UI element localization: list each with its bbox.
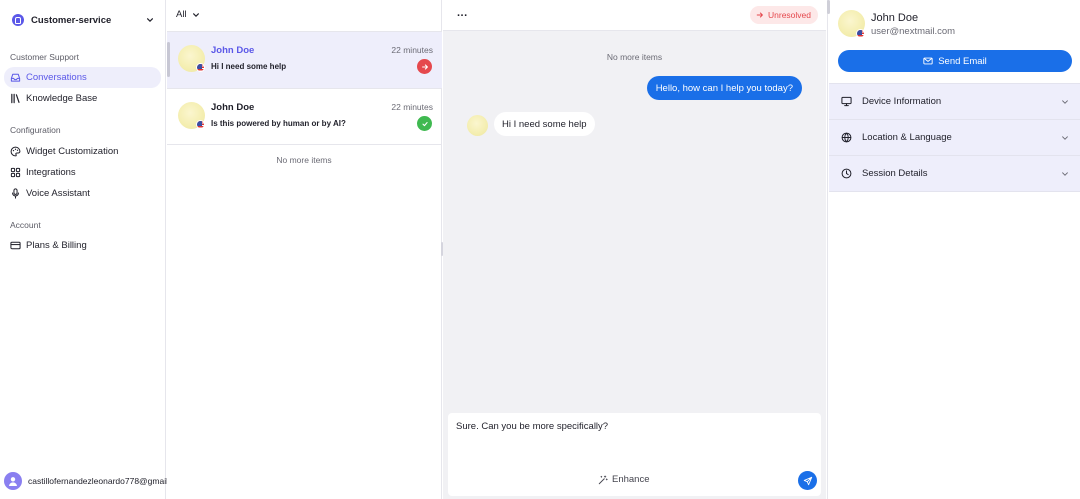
send-email-label: Send Email bbox=[938, 55, 987, 67]
chevron-down-icon bbox=[1062, 135, 1068, 140]
send-icon bbox=[803, 476, 812, 485]
arrow-right-icon bbox=[756, 12, 763, 18]
chat-header: ... Unresolved bbox=[443, 0, 826, 31]
status-badge[interactable]: Unresolved bbox=[750, 6, 818, 24]
magic-wand-icon bbox=[598, 474, 608, 484]
sidebar: Customer-service Customer Support Conver… bbox=[0, 0, 186, 499]
monitor-icon bbox=[841, 96, 852, 107]
conversation-contact-name: John Doe bbox=[211, 45, 255, 56]
section-title-account: Account bbox=[10, 220, 41, 230]
conversation-time: 22 minutes bbox=[391, 102, 433, 112]
conversation-filter-dropdown[interactable]: All bbox=[176, 9, 200, 20]
section-title-configuration: Configuration bbox=[10, 125, 61, 135]
chevron-down-icon bbox=[1062, 171, 1068, 176]
sidebar-item-conversations[interactable]: Conversations bbox=[4, 67, 161, 88]
microphone-icon bbox=[12, 188, 19, 199]
conversation-contact-name: John Doe bbox=[211, 102, 255, 113]
sidebar-item-label: Knowledge Base bbox=[26, 93, 98, 104]
sidebar-item-integrations[interactable]: Integrations bbox=[4, 162, 161, 183]
more-options-button[interactable]: ... bbox=[457, 8, 468, 19]
us-flag-icon bbox=[196, 120, 205, 129]
user-message: Hi I need some help bbox=[494, 112, 595, 136]
workspace-logo-icon bbox=[12, 14, 24, 26]
enhance-button[interactable]: Enhance bbox=[598, 474, 650, 485]
us-flag-icon bbox=[856, 29, 865, 38]
unresolved-status-icon bbox=[417, 59, 432, 74]
section-title-customer-support: Customer Support bbox=[10, 52, 79, 62]
workspace-switcher[interactable]: Customer-service bbox=[12, 12, 154, 28]
status-badge-label: Unresolved bbox=[768, 10, 811, 20]
contact-name: John Doe bbox=[871, 12, 919, 24]
send-button[interactable] bbox=[798, 471, 817, 490]
contact-details-panel: John Doe user@nextmail.com Send Email De… bbox=[827, 0, 1080, 499]
inbox-icon bbox=[10, 73, 21, 82]
chevron-down-icon bbox=[147, 18, 153, 23]
us-flag-icon bbox=[196, 63, 205, 72]
send-email-button[interactable]: Send Email bbox=[838, 50, 1072, 72]
resolved-check-icon bbox=[417, 116, 432, 131]
user-email: castillofernandezleonardo778@gmail.com bbox=[28, 476, 187, 486]
contact-email: user@nextmail.com bbox=[871, 26, 956, 37]
accordion-label: Location & Language bbox=[862, 132, 952, 143]
sidebar-item-label: Widget Customization bbox=[26, 146, 119, 157]
clock-icon bbox=[841, 168, 852, 179]
conversation-item[interactable]: John Doe 22 minutes Is this powered by h… bbox=[167, 88, 442, 145]
chevron-down-icon bbox=[1062, 99, 1068, 104]
list-divider bbox=[167, 144, 442, 145]
accordion-label: Device Information bbox=[862, 96, 942, 107]
accordion-label: Session Details bbox=[862, 168, 928, 179]
sidebar-item-voice-assistant[interactable]: Voice Assistant bbox=[4, 183, 161, 204]
sidebar-item-label: Plans & Billing bbox=[26, 240, 87, 251]
conversation-item[interactable]: John Doe 22 minutes Hi I need some help bbox=[167, 31, 442, 88]
conversation-last-message: Hi I need some help bbox=[211, 62, 287, 71]
conversation-last-message: Is this powered by human or by AI? bbox=[211, 119, 346, 128]
accordion-divider bbox=[829, 191, 1080, 192]
contact-avatar bbox=[467, 115, 488, 136]
message-composer[interactable]: Sure. Can you be more specifically? Enha… bbox=[448, 413, 821, 496]
chat-panel: ... Unresolved No more items Hello, how … bbox=[443, 0, 826, 499]
message-input[interactable]: Sure. Can you be more specifically? bbox=[456, 421, 608, 432]
globe-icon bbox=[841, 132, 852, 143]
scrollbar[interactable] bbox=[827, 0, 830, 14]
filter-label: All bbox=[176, 9, 187, 20]
chat-history-end-text: No more items bbox=[606, 52, 663, 62]
palette-icon bbox=[10, 146, 21, 157]
grid-icon bbox=[10, 167, 21, 178]
location-language-accordion[interactable]: Location & Language bbox=[829, 119, 1080, 155]
conversation-time: 22 minutes bbox=[391, 45, 433, 55]
credit-card-icon bbox=[10, 241, 21, 250]
conversation-list: All John Doe 22 minutes Hi I need some h… bbox=[167, 0, 442, 499]
device-information-accordion[interactable]: Device Information bbox=[829, 83, 1080, 119]
session-details-accordion[interactable]: Session Details bbox=[829, 155, 1080, 191]
agent-message: Hello, how can I help you today? bbox=[646, 76, 802, 100]
sidebar-item-widget-customization[interactable]: Widget Customization bbox=[4, 141, 161, 162]
conversation-list-end-text: No more items bbox=[276, 155, 332, 165]
chevron-down-icon bbox=[192, 12, 199, 17]
mail-icon bbox=[923, 57, 933, 65]
avatar bbox=[4, 472, 22, 490]
user-account[interactable]: castillofernandezleonardo778@gmail.com bbox=[4, 472, 186, 490]
enhance-label: Enhance bbox=[612, 474, 650, 485]
library-icon bbox=[11, 93, 20, 104]
workspace-name: Customer-service bbox=[31, 14, 112, 26]
sidebar-item-plans-billing[interactable]: Plans & Billing bbox=[4, 235, 161, 256]
sidebar-item-label: Voice Assistant bbox=[26, 188, 90, 199]
sidebar-item-label: Conversations bbox=[26, 72, 87, 83]
sidebar-item-knowledge-base[interactable]: Knowledge Base bbox=[4, 88, 161, 109]
user-icon bbox=[9, 477, 17, 486]
sidebar-item-label: Integrations bbox=[26, 167, 76, 178]
